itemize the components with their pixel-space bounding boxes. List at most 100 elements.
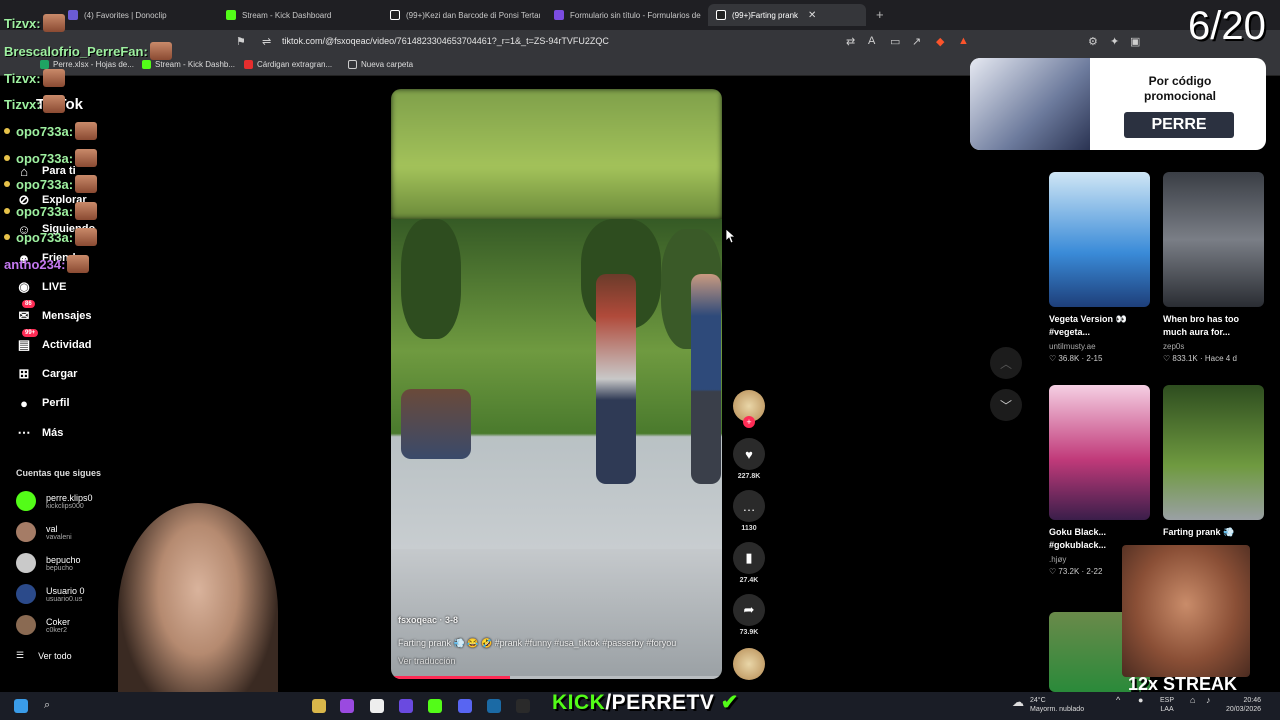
app-icon[interactable] bbox=[340, 699, 354, 713]
following-account[interactable]: Coker c0ker2 bbox=[16, 615, 70, 635]
clock[interactable]: 20:46 20/03/2026 bbox=[1226, 696, 1261, 714]
steam-icon[interactable] bbox=[487, 699, 501, 713]
brave-shield-icon[interactable]: ◆ bbox=[936, 35, 944, 48]
extensions-icon[interactable]: ⚙ bbox=[1088, 35, 1098, 48]
windows-start-icon[interactable] bbox=[14, 699, 28, 713]
video-thumbnail[interactable] bbox=[1049, 385, 1150, 520]
badge-icon bbox=[4, 208, 10, 214]
bookmark-item[interactable]: Cárdigan extragran... bbox=[244, 60, 332, 69]
tab-bar: (4) Favorites | Donoclip Stream - Kick D… bbox=[0, 0, 1280, 30]
video-user[interactable]: zep0s bbox=[1163, 342, 1264, 351]
video-date: 3-8 bbox=[445, 615, 459, 625]
related-video-card[interactable]: Vegeta Version 👀 #vegeta... untilmusty.a… bbox=[1049, 172, 1150, 363]
emote-icon bbox=[42, 14, 65, 32]
following-account[interactable]: val vavaleni bbox=[16, 522, 72, 542]
tray-chevron-icon[interactable]: ^ bbox=[1116, 696, 1120, 705]
following-account[interactable]: perre.klips0 kickclips000 bbox=[16, 491, 93, 511]
following-account[interactable]: Usuario 0 usuario0.us bbox=[16, 584, 85, 604]
chat-line: Tizvx: bbox=[4, 14, 65, 32]
tab-formulario[interactable]: Formulario sin título - Formularios de bbox=[546, 4, 702, 26]
app-icon[interactable] bbox=[399, 699, 413, 713]
bookmark-icon[interactable]: ⚑ bbox=[236, 35, 246, 48]
chat-user: Tizvx: bbox=[4, 15, 41, 31]
video-thumbnail[interactable] bbox=[1163, 385, 1264, 520]
sound-disc-icon[interactable] bbox=[733, 648, 765, 680]
video-player[interactable]: fsxoqeac · 3-8 Farting prank 💨 😂 🤣 #pran… bbox=[391, 89, 722, 679]
new-tab-icon[interactable]: + bbox=[876, 7, 884, 22]
sidebar-item-actividad[interactable]: ▤ 99+ Actividad bbox=[16, 329, 92, 353]
tab-label: (99+)Kezi dan Barcode di Ponsi Tertan bbox=[406, 10, 540, 20]
heart-icon[interactable]: ♥ bbox=[733, 438, 765, 470]
sidebar-item-perfil[interactable]: ● Perfil bbox=[16, 395, 69, 411]
language-indicator[interactable]: ESP LAA bbox=[1160, 696, 1174, 714]
screen-icon[interactable]: ▭ bbox=[890, 35, 900, 48]
account-name: val bbox=[46, 523, 58, 534]
tab-kezi[interactable]: (99+)Kezi dan Barcode di Ponsi Tertan bbox=[382, 4, 540, 26]
wallet-icon[interactable]: ▣ bbox=[1130, 35, 1140, 48]
video-progress-bar[interactable] bbox=[391, 676, 722, 679]
comment-icon[interactable]: … bbox=[733, 490, 765, 522]
chat-user: opo733a: bbox=[16, 176, 74, 192]
close-icon[interactable]: ✕ bbox=[808, 10, 816, 21]
like-action[interactable]: ♥ 227.8K bbox=[733, 438, 765, 480]
app-icon[interactable] bbox=[428, 699, 442, 713]
video-title[interactable]: Vegeta Version 👀 #vegeta... bbox=[1049, 313, 1150, 339]
site-info-icon[interactable]: ⇌ bbox=[262, 35, 271, 48]
weather-icon[interactable]: ☁ bbox=[1012, 696, 1024, 708]
favicon-icon bbox=[68, 10, 78, 20]
related-video-card[interactable]: Farting prank 💨 bbox=[1163, 385, 1264, 552]
video-title[interactable]: When bro has too much aura for... bbox=[1163, 313, 1264, 339]
chat-user: opo733a: bbox=[16, 229, 74, 245]
video-thumbnail[interactable] bbox=[1163, 172, 1264, 307]
share-icon[interactable]: ↗ bbox=[912, 35, 921, 48]
see-all-link[interactable]: ☰ Ver todo bbox=[16, 650, 72, 661]
microphone-icon[interactable]: ● bbox=[1138, 696, 1143, 705]
translate-icon[interactable]: ⇄ bbox=[846, 35, 855, 48]
puzzle-icon[interactable]: ✦ bbox=[1110, 35, 1119, 48]
sidebar-item-mensajes[interactable]: ✉ 86 Mensajes bbox=[16, 300, 92, 324]
share-icon[interactable]: ➦ bbox=[733, 594, 765, 626]
sidebar-item-label: LIVE bbox=[42, 281, 67, 293]
share-action[interactable]: ➦ 73.9K bbox=[733, 594, 765, 636]
video-user[interactable]: untilmusty.ae bbox=[1049, 342, 1150, 351]
save-action[interactable]: ▮ 27.4K bbox=[733, 542, 765, 584]
emote-icon bbox=[75, 122, 98, 140]
video-author-line[interactable]: fsxoqeac · 3-8 bbox=[398, 615, 458, 625]
tab-farting-prank[interactable]: (99+)Farting prank ✕ bbox=[708, 4, 866, 26]
search-icon[interactable]: ⌕ bbox=[44, 699, 58, 713]
following-account[interactable]: bepucho bepucho bbox=[16, 553, 81, 573]
weather-widget[interactable]: 24°C Mayorm. nublado bbox=[1030, 696, 1084, 714]
previous-video-button[interactable]: ︿ bbox=[990, 347, 1022, 379]
live-icon: ◉ bbox=[18, 279, 30, 294]
comment-action[interactable]: … 1130 bbox=[733, 490, 765, 532]
video-author[interactable]: fsxoqeac bbox=[398, 615, 437, 625]
emote-icon bbox=[42, 95, 65, 113]
bookmark-icon[interactable]: ▮ bbox=[733, 542, 765, 574]
network-icon[interactable]: ⌂ bbox=[1190, 696, 1195, 705]
tree-shape bbox=[401, 219, 461, 339]
clock-time: 20:46 bbox=[1243, 697, 1262, 704]
badge-icon bbox=[4, 128, 10, 134]
tab-kick-dashboard[interactable]: Stream - Kick Dashboard bbox=[218, 4, 376, 26]
app-icon[interactable] bbox=[370, 699, 384, 713]
app-icon[interactable] bbox=[312, 699, 326, 713]
discord-icon[interactable] bbox=[458, 699, 472, 713]
app-icon[interactable] bbox=[516, 699, 530, 713]
url-field[interactable]: tiktok.com/@fsxoqeac/video/7614823304653… bbox=[282, 36, 609, 46]
brave-rewards-icon[interactable]: ▲ bbox=[958, 35, 969, 47]
tab-donoclip[interactable]: (4) Favorites | Donoclip bbox=[60, 4, 210, 26]
follow-plus-icon[interactable]: + bbox=[743, 416, 755, 428]
volume-icon[interactable]: ♪ bbox=[1206, 696, 1211, 705]
sidebar-item-cargar[interactable]: ⊞ Cargar bbox=[16, 366, 78, 382]
sidebar-item-live[interactable]: ◉ LIVE bbox=[16, 279, 66, 295]
sidebar-item-mas[interactable]: ⋯ Más bbox=[16, 425, 64, 441]
author-avatar[interactable]: + bbox=[733, 390, 765, 428]
reader-icon[interactable]: A bbox=[868, 35, 875, 47]
bookmark-item[interactable]: Stream - Kick Dashb... bbox=[142, 60, 235, 69]
video-thumbnail[interactable] bbox=[1049, 172, 1150, 307]
bookmark-item[interactable]: Nueva carpeta bbox=[348, 60, 413, 69]
translate-link[interactable]: Ver traducción bbox=[398, 656, 456, 666]
bookmark-item[interactable]: Perre.xlsx - Hojas de... bbox=[40, 60, 134, 69]
related-video-card[interactable]: When bro has too much aura for... zep0s … bbox=[1163, 172, 1264, 363]
next-video-button[interactable]: ﹀ bbox=[990, 389, 1022, 421]
